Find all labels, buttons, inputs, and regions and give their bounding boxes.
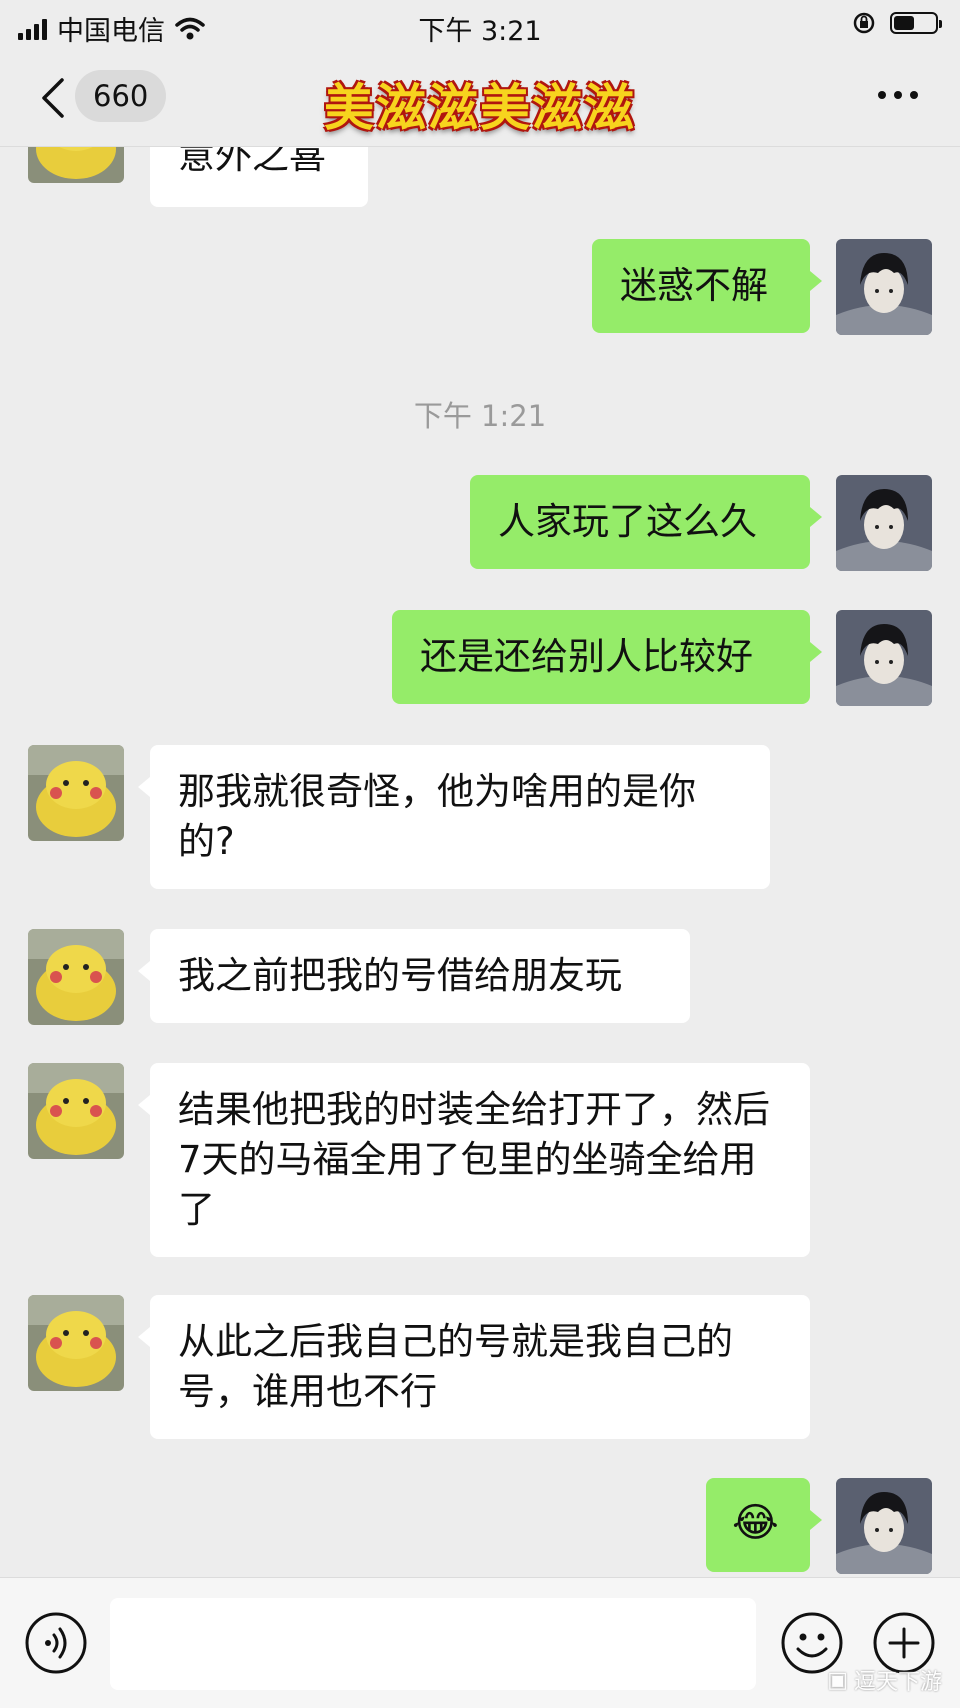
message-bubble-incoming[interactable]: 那我就很奇怪，他为啥用的是你的?	[138, 745, 770, 889]
avatar-self[interactable]	[836, 475, 932, 571]
message-text: 人家玩了这么久	[498, 500, 757, 543]
message-bubble-outgoing[interactable]: 人家玩了这么久	[470, 475, 822, 569]
avatar-self[interactable]	[836, 610, 932, 706]
message-bubble-incoming[interactable]: 意外之喜	[150, 147, 368, 207]
more-icon[interactable]	[876, 88, 920, 102]
avatar-pikachu[interactable]	[28, 745, 124, 841]
message-text: 从此之后我自己的号就是我自己的号，谁用也不行	[178, 1320, 733, 1413]
watermark-icon: ▣	[827, 1667, 848, 1693]
avatar-pikachu[interactable]	[28, 147, 124, 183]
message-text: 那我就很奇怪，他为啥用的是你的?	[178, 770, 696, 863]
message-input[interactable]	[110, 1598, 756, 1690]
chat-header: 660 美滋滋美滋滋	[0, 50, 960, 147]
avatar-self[interactable]	[836, 239, 932, 335]
message-bubble-outgoing[interactable]: 还是还给别人比较好	[392, 610, 822, 704]
message-bubble-incoming[interactable]: 从此之后我自己的号就是我自己的号，谁用也不行	[138, 1295, 810, 1439]
message-text: 意外之喜	[178, 147, 326, 177]
avatar-pikachu[interactable]	[28, 1063, 124, 1159]
voice-icon[interactable]	[24, 1611, 88, 1675]
message-timestamp: 下午 1:21	[413, 399, 547, 433]
rotation-lock-icon	[853, 12, 875, 34]
avatar-pikachu[interactable]	[28, 1295, 124, 1391]
message-list[interactable]: 意外之喜 迷惑不解 下午 1:21 人家玩了这么久 还是还给别人比较好 那我就很…	[0, 147, 960, 1577]
chat-title: 美滋滋美滋滋	[324, 79, 636, 137]
message-bubble-outgoing[interactable]: 😂	[706, 1478, 822, 1572]
watermark: ▣ 逗天下游	[827, 1664, 942, 1696]
message-text: 结果他把我的时装全给打开了，然后7天的马福全用了包里的坐骑全给用了	[178, 1088, 770, 1231]
input-bar: ▣ 逗天下游	[0, 1577, 960, 1708]
message-bubble-outgoing[interactable]: 迷惑不解	[592, 239, 822, 333]
watermark-text: 逗天下游	[853, 1670, 942, 1695]
message-bubble-incoming[interactable]: 结果他把我的时装全给打开了，然后7天的马福全用了包里的坐骑全给用了	[138, 1063, 810, 1257]
message-text: 迷惑不解	[620, 264, 768, 307]
message-text: 还是还给别人比较好	[420, 635, 753, 678]
laughing-emoji: 😂	[732, 1500, 779, 1546]
status-time: 下午 3:21	[418, 16, 542, 47]
avatar-pikachu[interactable]	[28, 929, 124, 1025]
status-right	[852, 11, 942, 35]
status-bar: 中国电信 下午 3:21	[0, 0, 960, 50]
avatar-self[interactable]	[836, 1478, 932, 1574]
message-bubble-incoming[interactable]: 我之前把我的号借给朋友玩	[138, 929, 690, 1023]
message-text: 我之前把我的号借给朋友玩	[178, 954, 622, 997]
battery-icon	[890, 12, 942, 34]
